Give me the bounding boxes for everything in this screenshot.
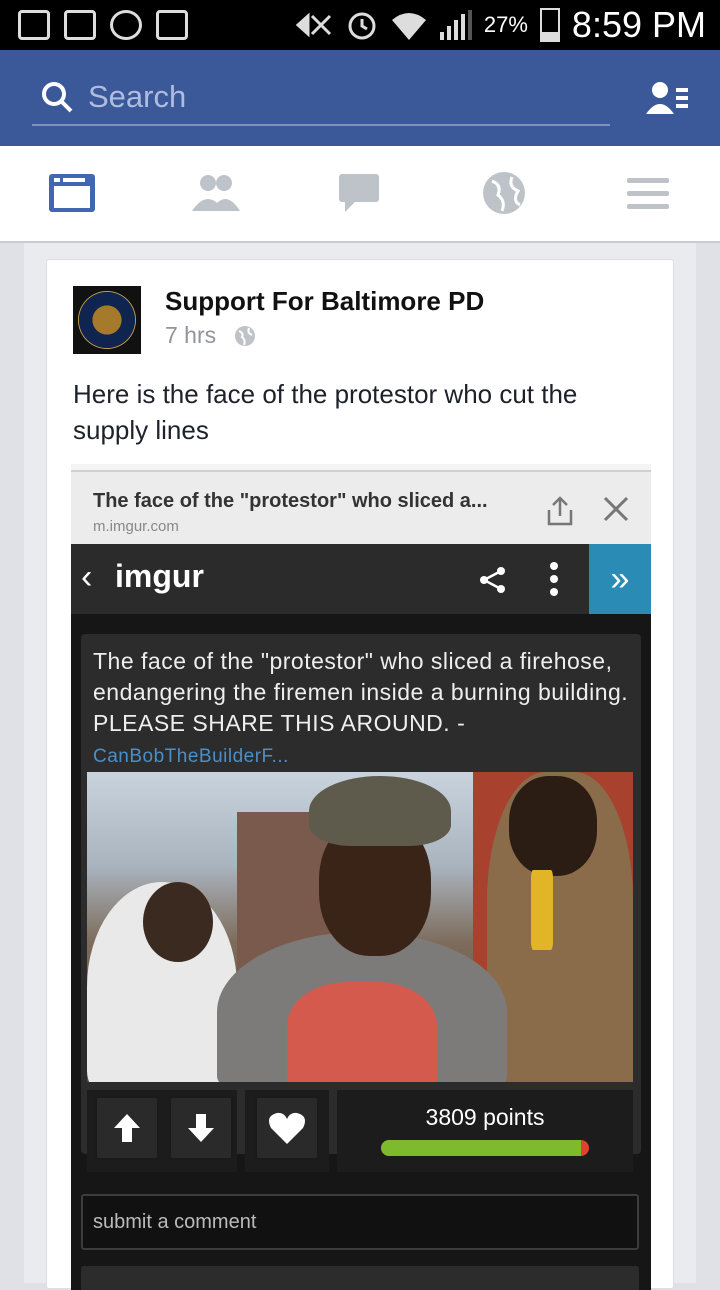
globe-icon (235, 325, 256, 346)
close-icon (603, 496, 629, 522)
protest-photo (87, 772, 633, 1082)
vote-bar: 3809 points (81, 1090, 641, 1172)
comment-input (83, 1196, 637, 1248)
photo-cap (309, 776, 451, 846)
share-icon (547, 496, 573, 526)
avatar[interactable] (73, 286, 141, 354)
heart-icon (255, 1096, 319, 1160)
post-author[interactable]: Support For Baltimore PD (165, 286, 484, 317)
post-text: Here is the face of the protestor who cu… (73, 379, 578, 445)
post-image[interactable]: The face of the "protestor" who sliced a… (71, 464, 651, 1290)
police-badge-logo (78, 291, 136, 349)
mute-icon (295, 12, 331, 38)
search-bar[interactable] (32, 70, 610, 126)
clipboard-icon (156, 10, 188, 40)
vote-ratio-bar (381, 1140, 589, 1156)
embedded-status-bar (71, 464, 651, 472)
embedded-page-title: The face of the "protestor" who sliced a… (93, 490, 488, 512)
post-time[interactable]: 7 hrs (165, 322, 216, 349)
top-bar (0, 50, 720, 146)
alarm-icon (348, 12, 376, 40)
caption-author: CanBobTheBuilderF... (93, 746, 289, 767)
post-card: Support For Baltimore PD 7 hrs Here is t… (46, 259, 674, 1290)
forward-chevron-icon: » (589, 544, 651, 614)
sync-icon (110, 10, 142, 40)
search-icon (42, 82, 73, 113)
menu-icon[interactable] (623, 171, 673, 215)
friend-requests-icon[interactable] (646, 80, 690, 116)
next-comment (81, 1266, 639, 1290)
imgur-post: The face of the "protestor" who sliced a… (81, 634, 641, 1172)
comment-box (81, 1194, 639, 1250)
photo-red-shirt (287, 982, 437, 1082)
downvote-icon (169, 1096, 233, 1160)
signal-icon (439, 10, 472, 40)
battery-percent: 27% (483, 12, 528, 37)
share-nodes-icon (480, 567, 505, 593)
photo-person-suit-head (509, 776, 597, 876)
caption-text: The face of the "protestor" who sliced a… (93, 648, 629, 736)
battery-icon (539, 8, 560, 42)
news-feed: Support For Baltimore PD 7 hrs Here is t… (24, 243, 696, 1290)
clock: 8:59 PM (571, 4, 706, 45)
messages-icon[interactable] (334, 171, 384, 215)
more-vertical-icon (550, 562, 558, 596)
points-box: 3809 points (337, 1090, 633, 1172)
imgur-logo: imgur (115, 558, 204, 594)
imgur-caption: The face of the "protestor" who sliced a… (93, 646, 629, 772)
gmail-icon (64, 10, 96, 40)
post-meta: 7 hrs (165, 322, 256, 349)
upvote-icon (95, 1096, 159, 1160)
search-input[interactable] (88, 79, 568, 115)
photo-yellow-tie (531, 870, 553, 950)
news-feed-icon[interactable] (47, 171, 97, 215)
friends-icon[interactable] (191, 171, 241, 215)
gallery-icon (18, 10, 50, 40)
imgur-header: ‹ imgur » (71, 544, 651, 614)
vote-ratio-fill (381, 1140, 581, 1156)
globe-icon[interactable] (479, 171, 529, 215)
back-chevron-icon: ‹ (81, 558, 93, 596)
embedded-url-bar: The face of the "protestor" who sliced a… (71, 472, 651, 544)
embedded-page-url: m.imgur.com (93, 518, 179, 535)
wifi-icon (391, 13, 426, 40)
tab-bar (0, 146, 720, 243)
status-bar: 27% 8:59 PM (0, 0, 720, 50)
points-count: 3809 points (425, 1104, 545, 1130)
photo-person-left-head (143, 882, 213, 962)
